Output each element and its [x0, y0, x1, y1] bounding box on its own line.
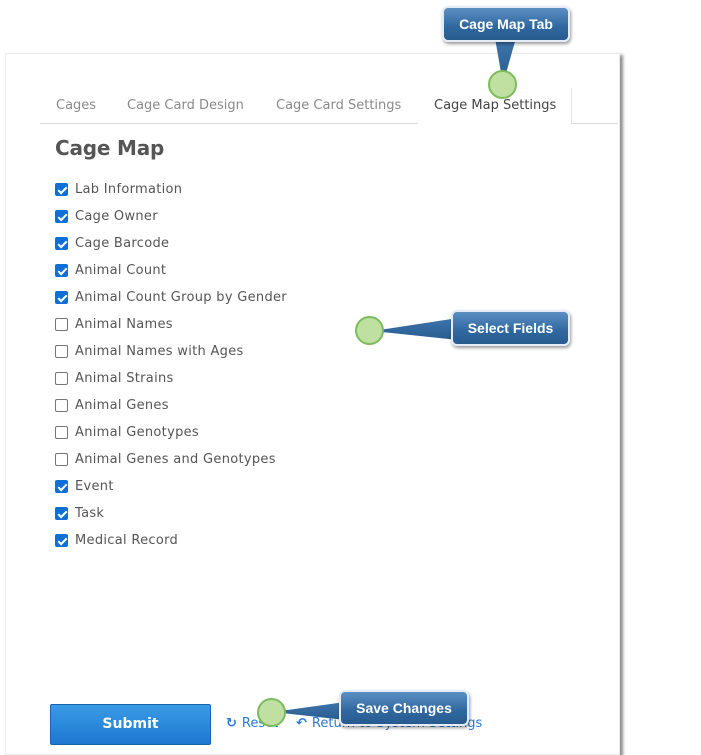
tab-cages[interactable]: Cages — [56, 88, 96, 123]
field-checkbox[interactable] — [55, 237, 68, 250]
save-callout: Save Changes — [339, 690, 469, 726]
field-checkbox[interactable] — [55, 399, 68, 412]
field-label: Event — [75, 479, 114, 494]
save-marker — [257, 698, 286, 727]
field-label: Animal Genes — [75, 398, 169, 413]
field-checkbox[interactable] — [55, 480, 68, 493]
field-checkbox[interactable] — [55, 453, 68, 466]
tab-callout: Cage Map Tab — [442, 6, 570, 42]
field-checkbox[interactable] — [55, 345, 68, 358]
field-label: Animal Count — [75, 263, 167, 278]
field-checkbox[interactable] — [55, 318, 68, 331]
field-option[interactable]: Animal Strains — [55, 365, 287, 392]
field-label: Lab Information — [75, 182, 183, 197]
section-title: Cage Map — [55, 136, 165, 160]
field-checkbox[interactable] — [55, 291, 68, 304]
submit-button[interactable]: Submit — [50, 704, 211, 745]
field-label: Cage Owner — [75, 209, 158, 224]
field-option[interactable]: Event — [55, 473, 287, 500]
field-option[interactable]: Task — [55, 500, 287, 527]
field-option[interactable]: Animal Genes — [55, 392, 287, 419]
field-label: Animal Genotypes — [75, 425, 199, 440]
tab-bar: Cages Cage Card Design Cage Card Setting… — [40, 88, 618, 124]
field-list: Lab Information Cage Owner Cage Barcode Ani… — [55, 176, 287, 554]
field-checkbox[interactable] — [55, 210, 68, 223]
field-option[interactable]: Lab Information — [55, 176, 287, 203]
field-label: Medical Record — [75, 533, 179, 548]
field-option[interactable]: Animal Names with Ages — [55, 338, 287, 365]
fields-callout: Select Fields — [451, 310, 570, 346]
field-option[interactable]: Animal Count Group by Gender — [55, 284, 287, 311]
fields-marker — [355, 316, 384, 345]
field-label: Animal Names with Ages — [75, 344, 244, 359]
field-checkbox[interactable] — [55, 264, 68, 277]
field-option[interactable]: Animal Genotypes — [55, 419, 287, 446]
field-label: Cage Barcode — [75, 236, 170, 251]
field-option[interactable]: Cage Owner — [55, 203, 287, 230]
tab-cage-card-settings[interactable]: Cage Card Settings — [276, 88, 401, 123]
field-checkbox[interactable] — [55, 426, 68, 439]
field-option[interactable]: Animal Genes and Genotypes — [55, 446, 287, 473]
reply-arrow-icon: ↶ — [296, 716, 307, 731]
field-option[interactable]: Cage Barcode — [55, 230, 287, 257]
field-checkbox[interactable] — [55, 372, 68, 385]
field-label: Animal Genes and Genotypes — [75, 452, 276, 467]
field-label: Animal Count Group by Gender — [75, 290, 287, 305]
field-label: Animal Names — [75, 317, 173, 332]
field-label: Animal Strains — [75, 371, 174, 386]
tab-cage-card-design[interactable]: Cage Card Design — [127, 88, 244, 123]
field-label: Task — [75, 506, 105, 521]
field-option[interactable]: Animal Count — [55, 257, 287, 284]
field-checkbox[interactable] — [55, 507, 68, 520]
tab-marker — [488, 70, 517, 99]
field-option[interactable]: Medical Record — [55, 527, 287, 554]
field-checkbox[interactable] — [55, 534, 68, 547]
refresh-icon: ↻ — [226, 716, 237, 731]
field-option[interactable]: Animal Names — [55, 311, 287, 338]
field-checkbox[interactable] — [55, 183, 68, 196]
